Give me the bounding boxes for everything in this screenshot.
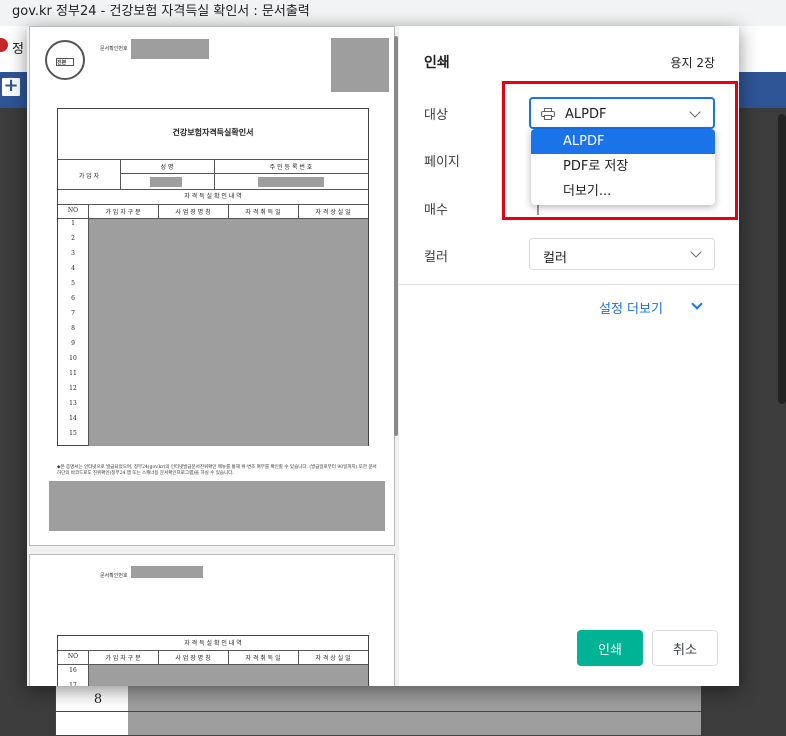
color-label: 컬러 bbox=[424, 250, 448, 265]
footnote: ◆본 증명서는 인터넷으로 발급되었으며, 정부24(gov.kr)의 인터넷발… bbox=[57, 465, 377, 476]
redacted-history bbox=[89, 219, 368, 446]
seal-stamp-icon: 진본 bbox=[45, 40, 85, 80]
chevron-down-icon[interactable] bbox=[691, 298, 703, 310]
preview-page-2: 문서확인번호 자 격 득 실 확 인 내 역 NO 가 입 자 구 분 사 업 … bbox=[29, 554, 395, 686]
redacted-doc-number bbox=[131, 566, 203, 578]
table-row: 8 bbox=[56, 686, 701, 712]
doc-number-label: 문서확인번호 bbox=[100, 573, 128, 579]
form-title: 건강보험자격득실확인서 bbox=[172, 127, 254, 137]
preview-page-1: 진본 문서확인번호 건강보험자격득실확인서 가 입 자 성 명 주 민 등 록 … bbox=[29, 26, 395, 546]
pages-label: 페이지 bbox=[424, 155, 460, 170]
table-row bbox=[56, 712, 701, 736]
redacted-rrn bbox=[258, 177, 324, 187]
print-preview[interactable]: 진본 문서확인번호 건강보험자격득실확인서 가 입 자 성 명 주 민 등 록 … bbox=[27, 26, 399, 686]
redacted-name bbox=[150, 177, 182, 187]
tab-label[interactable]: 정 bbox=[12, 38, 24, 57]
destination-label: 대상 bbox=[424, 108, 448, 123]
preview-scrollbar[interactable] bbox=[394, 36, 398, 436]
color-select[interactable]: 컬러 bbox=[529, 238, 715, 270]
chevron-down-icon bbox=[690, 246, 702, 258]
redacted-doc-number bbox=[131, 39, 209, 59]
more-settings-link[interactable]: 설정 더보기 bbox=[599, 298, 663, 317]
dialog-title: 인쇄 bbox=[424, 55, 450, 71]
redacted-barcode bbox=[49, 481, 385, 531]
cancel-button[interactable]: 취소 bbox=[652, 630, 718, 666]
highlight-box bbox=[502, 81, 738, 220]
doc-number-label: 문서확인번호 bbox=[100, 46, 128, 52]
redacted-qr bbox=[331, 38, 389, 92]
copies-label: 매수 bbox=[424, 203, 448, 218]
page-scrollbar[interactable] bbox=[778, 114, 786, 404]
print-button[interactable]: 인쇄 bbox=[577, 630, 643, 666]
window-title: gov.kr 정부24 - 건강보험 자격득실 확인서 : 문서출력 bbox=[0, 0, 786, 26]
plus-icon[interactable]: + bbox=[0, 76, 22, 98]
divider bbox=[399, 284, 739, 285]
form-table: 건강보험자격득실확인서 가 입 자 성 명 주 민 등 록 번 호 자 격 득 … bbox=[57, 108, 369, 446]
sheet-count: 용지 2장 bbox=[670, 56, 715, 70]
redacted-history bbox=[89, 665, 368, 686]
